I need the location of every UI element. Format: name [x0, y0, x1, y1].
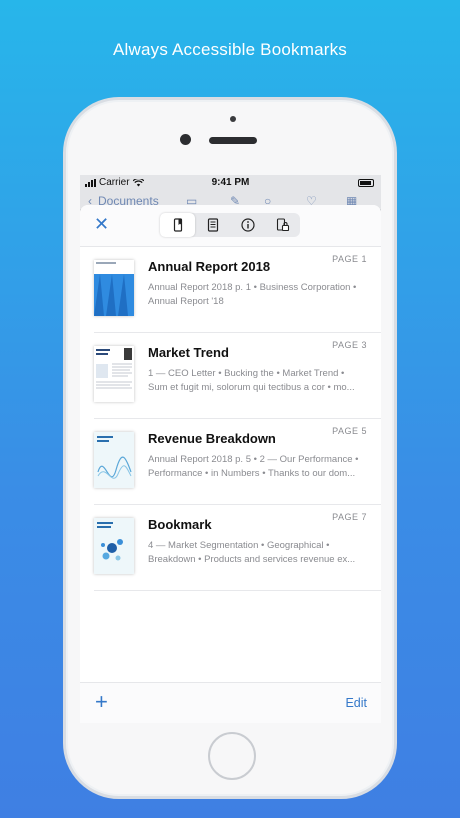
bookmark-page-number: PAGE 7 [332, 512, 367, 522]
earpiece-speaker [209, 137, 257, 144]
bookmark-title: Market Trend [148, 345, 229, 360]
bookmark-row[interactable]: Revenue Breakdown PAGE 5 Annual Report 2… [94, 419, 381, 505]
outline-tab[interactable] [195, 213, 230, 237]
bookmarks-tab[interactable] [160, 213, 195, 237]
bookmarks-list: Annual Report 2018 PAGE 1 Annual Report … [80, 247, 381, 591]
bookmark-title: Revenue Breakdown [148, 431, 276, 446]
bookmarks-icon [173, 218, 182, 232]
page-thumbnail [94, 432, 134, 488]
outline-icon [207, 218, 218, 232]
lock-icon [276, 218, 289, 232]
snippet-line: Annual Report '18 [148, 296, 224, 307]
bookmark-snippet: Annual Report 2018 p. 5 • 2 — Our Perfor… [148, 453, 367, 481]
sensor-dot [230, 116, 236, 122]
bookmark-title: Annual Report 2018 [148, 259, 271, 274]
bookmark-page-number: PAGE 1 [332, 254, 367, 264]
phone-screen: Carrier 9:41 PM ‹ Documents ▭ ✎ ○ ♡ ▦ ✕ [80, 175, 381, 723]
snippet-line: Annual Report 2018 p. 5 • 2 — Our Perfor… [148, 454, 359, 465]
bookmark-snippet: Annual Report 2018 p. 1 • Business Corpo… [148, 281, 367, 309]
bookmark-page-number: PAGE 5 [332, 426, 367, 436]
snippet-line: Annual Report 2018 p. 1 • Business Corpo… [148, 282, 357, 293]
page-thumbnail [94, 518, 134, 574]
snippet-line: 1 — CEO Letter • Bucking the • Market Tr… [148, 368, 345, 379]
snippet-line: 4 — Market Segmentation • Geographical • [148, 540, 330, 551]
page-thumbnail [94, 260, 134, 316]
edit-button[interactable]: Edit [345, 696, 367, 710]
snippet-line: Sum et fugit mi, solorum qui tectibus a … [148, 382, 355, 393]
bookmarks-sheet: ✕ Annual Report 2018 PAGE 1 Annual Repor… [80, 205, 381, 723]
security-tab[interactable] [265, 213, 300, 237]
battery-icon [358, 179, 374, 187]
home-button[interactable] [208, 732, 256, 780]
bookmark-title: Bookmark [148, 517, 212, 532]
status-time: 9:41 PM [211, 177, 250, 188]
bookmark-row[interactable]: Annual Report 2018 PAGE 1 Annual Report … [94, 247, 381, 333]
bookmark-row[interactable]: Market Trend PAGE 3 1 — CEO Letter • Buc… [94, 333, 381, 419]
page-thumbnail [94, 346, 134, 402]
status-bar: Carrier 9:41 PM [80, 175, 381, 191]
bookmark-snippet: 1 — CEO Letter • Bucking the • Market Tr… [148, 367, 367, 395]
bookmark-snippet: 4 — Market Segmentation • Geographical •… [148, 539, 367, 567]
info-tab[interactable] [230, 213, 265, 237]
add-bookmark-button[interactable]: + [95, 691, 108, 713]
sheet-bottom-bar: + Edit [80, 682, 381, 723]
view-segmented-control [160, 213, 300, 237]
close-icon[interactable]: ✕ [94, 215, 110, 233]
promo-title: Always Accessible Bookmarks [112, 40, 348, 59]
sheet-header: ✕ [80, 205, 381, 247]
front-camera [180, 134, 191, 145]
bookmark-page-number: PAGE 3 [332, 340, 367, 350]
bookmark-row[interactable]: Bookmark PAGE 7 4 — Market Segmentation … [94, 505, 381, 591]
snippet-line: Performance • in Numbers • Thanks to our… [148, 468, 356, 479]
info-icon [240, 218, 255, 232]
snippet-line: Breakdown • Products and services revenu… [148, 554, 356, 565]
